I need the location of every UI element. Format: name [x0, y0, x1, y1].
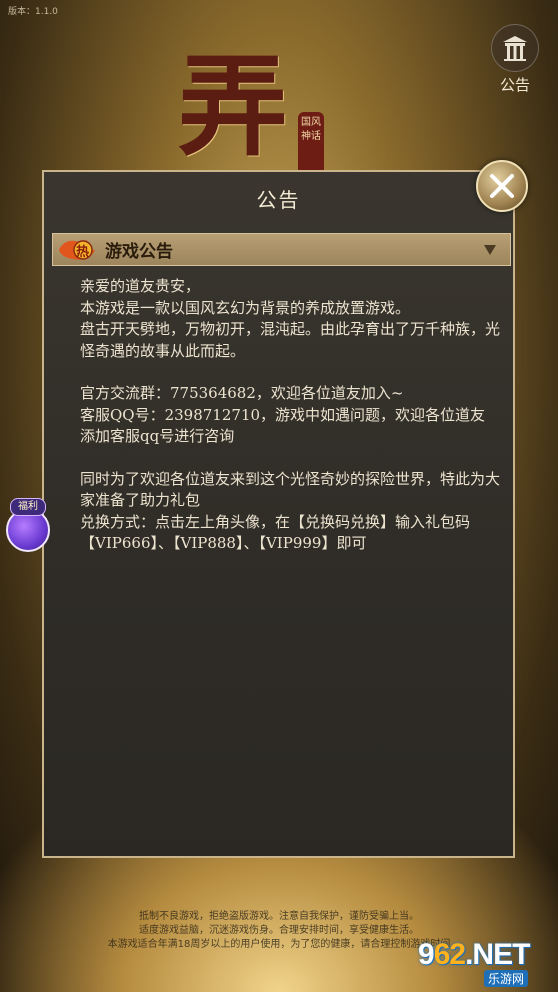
content-line: 官方交流群：775364682，欢迎各位道友加入~	[80, 384, 404, 402]
chevron-down-icon	[484, 245, 496, 255]
modal-title: 公告	[256, 188, 301, 212]
game-logo: 弄 国风神话	[178, 42, 324, 184]
section-label: 游戏公告	[105, 242, 173, 262]
footer-line: 抵制不良游戏，拒绝盗版游戏。注意自我保护，谨防受骗上当。	[139, 911, 419, 922]
content-line: 亲爱的道友贵安，	[80, 277, 201, 295]
version-label: 版本：1.1.0	[8, 7, 58, 17]
content-line: 兑换方式：点击左上角头像，在【兑换码兑换】输入礼包码【VIP666】、【VIP8…	[80, 512, 471, 553]
announcement-label: 公告	[499, 76, 530, 94]
close-icon	[490, 174, 514, 198]
watermark-part-b: 62	[433, 938, 466, 971]
section-header-game-announcement[interactable]: 热 游戏公告	[52, 233, 511, 266]
hot-badge: 热	[57, 237, 97, 263]
watermark-part-a: 9	[418, 938, 435, 971]
watermark-sub: 乐游网	[484, 970, 529, 987]
notice-board-icon	[503, 36, 527, 61]
content-line: 本游戏是一款以国风玄幻为背景的养成放置游戏。	[80, 298, 411, 317]
content-line: 客服QQ号：2398712710，游戏中如遇问题，欢迎各位道友添加客服qq号进行…	[80, 405, 486, 446]
announcement-button[interactable]: 公告	[486, 24, 544, 94]
close-button[interactable]	[476, 160, 528, 212]
footer-line: 适度游戏益脑，沉迷游戏伤身。合理安排时间，享受健康生活。	[139, 925, 419, 936]
hot-badge-text: 热	[76, 244, 90, 260]
site-watermark: 962.NET 乐游网	[418, 938, 554, 988]
content-line: 盘古开天劈地，万物初开，混沌起。由此孕育出了万千种族，光怪奇遇的故事从此而起。	[80, 320, 501, 360]
announcement-modal: 公告 热 游戏公告 亲爱的道友贵安， 本游戏是一款以国风玄幻为背景的养成放置游戏…	[42, 170, 515, 858]
welfare-button[interactable]: 福利	[4, 498, 50, 552]
announcement-content: 亲爱的道友贵安， 本游戏是一款以国风玄幻为背景的养成放置游戏。 盘古开天劈地，万…	[80, 276, 500, 555]
logo-main-char: 弄	[178, 42, 288, 171]
content-line: 同时为了欢迎各位道友来到这个光怪奇妙的探险世界，特此为大家准备了助力礼包	[80, 469, 501, 510]
welfare-label: 福利	[10, 498, 46, 516]
watermark-part-c: .NET	[465, 938, 530, 971]
